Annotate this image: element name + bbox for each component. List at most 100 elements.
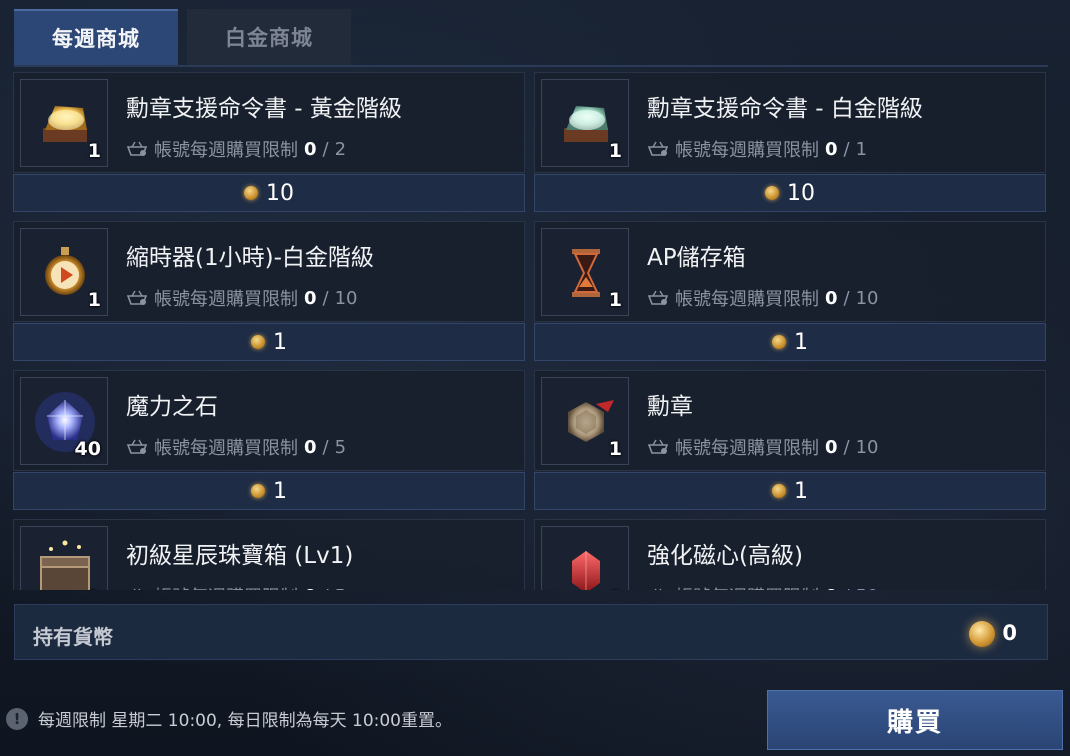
limit-max: 10 bbox=[334, 287, 358, 309]
coin-icon bbox=[244, 186, 258, 200]
item-price: 1 bbox=[794, 478, 808, 504]
tab-weekly-shop[interactable]: 每週商城 bbox=[14, 9, 178, 65]
item-info: 1 初級星辰珠寶箱 (Lv1) 帳號每週購買限制 0 / 5 bbox=[13, 519, 525, 590]
item-info: 1 勳章 帳號每週購買限制 0 / 10 bbox=[534, 370, 1046, 471]
limit-bought: 0 bbox=[304, 138, 317, 160]
item-quantity: 1 bbox=[608, 438, 622, 460]
item-icon-box: 1 bbox=[541, 377, 629, 465]
purchase-limit: 帳號每週購買限制 0 / 50 bbox=[647, 583, 879, 590]
limit-max: 5 bbox=[334, 436, 347, 458]
item-card[interactable]: 1 縮時器(1小時)-白金階級 帳號每週購買限制 0 / 10 1 bbox=[13, 221, 525, 361]
item-quantity: 1 bbox=[87, 140, 101, 162]
item-card[interactable]: 40 魔力之石 帳號每週購買限制 0 / 5 1 bbox=[13, 370, 525, 510]
notice-text: 每週限制 星期二 10:00, 每日限制為每天 10:00重置。 bbox=[38, 711, 453, 731]
basket-icon bbox=[654, 588, 662, 590]
coin-icon bbox=[772, 484, 786, 498]
price-button[interactable]: 1 bbox=[534, 472, 1046, 510]
limit-bought: 0 bbox=[304, 287, 317, 309]
item-name: AP儲存箱 bbox=[647, 245, 746, 271]
buy-button[interactable]: 購買 bbox=[767, 690, 1063, 750]
limit-label: 帳號每週購買限制 bbox=[154, 140, 298, 161]
price-button[interactable]: 10 bbox=[534, 174, 1046, 212]
item-quantity: 1 bbox=[608, 289, 622, 311]
limit-max: 5 bbox=[335, 586, 346, 591]
item-price: 1 bbox=[794, 329, 808, 355]
item-price: 1 bbox=[273, 478, 287, 504]
limit-bought: 0 bbox=[825, 138, 838, 160]
info-icon: ! bbox=[6, 707, 28, 730]
price-button[interactable]: 1 bbox=[13, 323, 525, 361]
item-icon-box: 1 bbox=[20, 228, 108, 316]
basket-icon bbox=[647, 290, 669, 305]
item-info: 1 縮時器(1小時)-白金階級 帳號每週購買限制 0 / 10 bbox=[13, 221, 525, 322]
limit-max: 10 bbox=[855, 287, 879, 309]
limit-max: 1 bbox=[855, 138, 868, 160]
limit-bought: 0 bbox=[825, 586, 838, 591]
item-name: 魔力之石 bbox=[126, 394, 218, 420]
coin-icon bbox=[772, 335, 786, 349]
item-info: 1 勳章支援命令書 - 黃金階級 帳號每週購買限制 0 / 2 bbox=[13, 72, 525, 173]
basket-icon bbox=[647, 439, 669, 454]
shop-tabs: 每週商城 白金商城 bbox=[14, 9, 351, 65]
item-card[interactable]: 1 初級星辰珠寶箱 (Lv1) 帳號每週購買限制 0 / 5 1 bbox=[13, 519, 525, 590]
limit-label: 帳號每週購買限制 bbox=[154, 583, 298, 590]
item-icon-box: 1 bbox=[541, 228, 629, 316]
reset-notice: ! 每週限制 星期二 10:00, 每日限制為每天 10:00重置。 bbox=[6, 706, 452, 731]
purchase-limit: 帳號每週購買限制 0 / 5 bbox=[126, 434, 346, 460]
limit-label: 帳號每週購買限制 bbox=[154, 438, 298, 459]
limit-max: 10 bbox=[855, 436, 879, 458]
item-name: 勳章支援命令書 - 白金階級 bbox=[647, 96, 923, 122]
item-quantity: 1 bbox=[608, 140, 622, 162]
purchase-limit: 帳號每週購買限制 0 / 1 bbox=[647, 136, 867, 162]
basket-icon bbox=[133, 588, 141, 590]
item-name: 勳章 bbox=[647, 394, 693, 420]
currency-label: 持有貨幣 bbox=[33, 625, 113, 649]
limit-label: 帳號每週購買限制 bbox=[675, 289, 819, 310]
red-core-icon bbox=[572, 551, 600, 590]
item-icon-box: 1 bbox=[20, 79, 108, 167]
item-quantity: 1 bbox=[609, 587, 622, 590]
item-card[interactable]: 1 強化磁心(高級) 帳號每週購買限制 0 / 50 1 bbox=[534, 519, 1046, 590]
item-card[interactable]: 1 勳章支援命令書 - 白金階級 帳號每週購買限制 0 / 1 10 bbox=[534, 72, 1046, 212]
item-quantity: 1 bbox=[87, 289, 101, 311]
purchase-limit: 帳號每週購買限制 0 / 5 bbox=[126, 583, 346, 590]
limit-label: 帳號每週購買限制 bbox=[675, 438, 819, 459]
item-price: 10 bbox=[266, 180, 294, 206]
purchase-limit: 帳號每週購買限制 0 / 10 bbox=[126, 285, 358, 311]
purchase-limit: 帳號每週購買限制 0 / 10 bbox=[647, 285, 879, 311]
tab-platinum-shop[interactable]: 白金商城 bbox=[187, 9, 351, 65]
price-button[interactable]: 1 bbox=[534, 323, 1046, 361]
currency-coin-icon bbox=[969, 621, 995, 647]
item-card[interactable]: 1 勳章 帳號每週購買限制 0 / 10 1 bbox=[534, 370, 1046, 510]
basket-icon bbox=[647, 141, 669, 156]
limit-bought: 0 bbox=[304, 436, 317, 458]
item-price: 1 bbox=[273, 329, 287, 355]
item-card[interactable]: 1 勳章支援命令書 - 黃金階級 帳號每週購買限制 0 / 2 10 bbox=[13, 72, 525, 212]
limit-bought: 0 bbox=[304, 586, 317, 591]
limit-bought: 0 bbox=[825, 436, 838, 458]
item-info: 1 強化磁心(高級) 帳號每週購買限制 0 / 50 bbox=[534, 519, 1046, 590]
item-grid: 1 勳章支援命令書 - 黃金階級 帳號每週購買限制 0 / 2 10 1 勳章支… bbox=[0, 72, 1070, 590]
item-quantity: 40 bbox=[74, 438, 101, 460]
purchase-limit: 帳號每週購買限制 0 / 10 bbox=[647, 434, 879, 460]
treasure-chest-icon bbox=[40, 540, 90, 590]
currency-value: 0 bbox=[1002, 621, 1017, 645]
coin-icon bbox=[765, 186, 779, 200]
basket-icon bbox=[126, 141, 148, 156]
limit-max: 50 bbox=[856, 586, 879, 591]
item-name: 初級星辰珠寶箱 (Lv1) bbox=[126, 543, 354, 569]
limit-max: 2 bbox=[334, 138, 347, 160]
coin-icon bbox=[251, 484, 265, 498]
coin-icon bbox=[251, 335, 265, 349]
item-icon-box: 1 bbox=[541, 526, 629, 590]
item-name: 勳章支援命令書 - 黃金階級 bbox=[126, 96, 402, 122]
price-button[interactable]: 10 bbox=[13, 174, 525, 212]
basket-icon bbox=[126, 290, 148, 305]
price-button[interactable]: 1 bbox=[13, 472, 525, 510]
item-name: 縮時器(1小時)-白金階級 bbox=[126, 245, 374, 271]
limit-label: 帳號每週購買限制 bbox=[675, 140, 819, 161]
item-price: 10 bbox=[787, 180, 815, 206]
item-card[interactable]: 1 AP儲存箱 帳號每週購買限制 0 / 10 1 bbox=[534, 221, 1046, 361]
item-icon-box: 40 bbox=[20, 377, 108, 465]
limit-label: 帳號每週購買限制 bbox=[154, 289, 298, 310]
